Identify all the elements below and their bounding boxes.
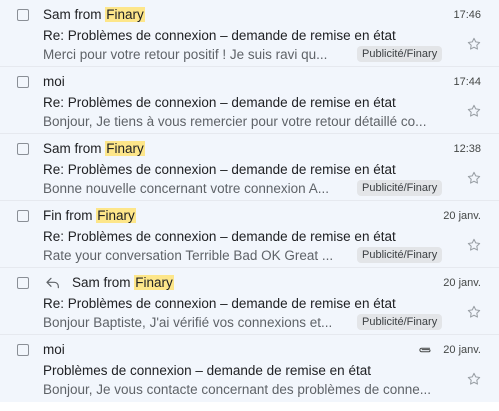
paperclip-icon [419, 347, 431, 353]
email-snippet: Merci pour votre retour positif ! Je sui… [43, 47, 328, 62]
email-time: 17:46 [453, 9, 481, 21]
label-badge[interactable]: Publicité/Finary [357, 247, 443, 263]
email-row[interactable]: Sam from Finary 17:46 Re: Problèmes de c… [0, 0, 499, 67]
star-icon[interactable] [466, 36, 482, 52]
sender-name: Fin from Finary [43, 208, 136, 223]
star-icon[interactable] [466, 103, 482, 119]
label-badge[interactable]: Publicité/Finary [357, 180, 443, 196]
email-time: 20 janv. [443, 344, 481, 356]
email-subject: Problèmes de connexion – demande de remi… [43, 363, 371, 378]
email-row[interactable]: moi 17:44 Re: Problèmes de connexion – d… [0, 67, 499, 134]
email-row[interactable]: Sam from Finary 12:38 Re: Problèmes de c… [0, 134, 499, 201]
sender-name: Sam from Finary [72, 275, 174, 290]
sender-highlight: Finary [105, 141, 145, 156]
star-icon[interactable] [466, 371, 482, 387]
sender-name: Sam from Finary [43, 141, 145, 156]
checkbox-icon[interactable] [17, 143, 29, 155]
email-snippet: Bonjour, Je vous contacte concernant des… [43, 382, 431, 397]
checkbox-icon[interactable] [17, 277, 29, 289]
email-snippet: Bonjour Baptiste, J'ai vérifié vos conne… [43, 315, 333, 330]
email-list: Sam from Finary 17:46 Re: Problèmes de c… [0, 0, 499, 402]
email-row[interactable]: Sam from Finary 20 janv. Re: Problèmes d… [0, 268, 499, 335]
sender-highlight: Finary [105, 7, 145, 22]
sender-highlight: Finary [96, 208, 136, 223]
email-time: 17:44 [453, 76, 481, 88]
email-row[interactable]: Fin from Finary 20 janv. Re: Problèmes d… [0, 201, 499, 268]
email-snippet: Rate your conversation Terrible Bad OK G… [43, 248, 334, 263]
sender-highlight: Finary [134, 275, 174, 290]
email-subject: Re: Problèmes de connexion – demande de … [43, 95, 396, 110]
email-row[interactable]: moi 20 janv. Problèmes de connexion – de… [0, 335, 499, 402]
label-badge[interactable]: Publicité/Finary [357, 314, 443, 330]
label-badge[interactable]: Publicité/Finary [357, 46, 443, 62]
email-snippet: Bonne nouvelle concernant votre connexio… [43, 181, 329, 196]
email-subject: Re: Problèmes de connexion – demande de … [43, 162, 396, 177]
checkbox-icon[interactable] [17, 344, 29, 356]
sender-name: moi [43, 342, 65, 357]
checkbox-icon[interactable] [17, 210, 29, 222]
email-snippet: Bonjour, Je tiens à vous remercier pour … [43, 114, 427, 129]
email-time: 12:38 [453, 143, 481, 155]
email-subject: Re: Problèmes de connexion – demande de … [43, 28, 396, 43]
star-icon[interactable] [466, 304, 482, 320]
email-time: 20 janv. [443, 210, 481, 222]
email-subject: Re: Problèmes de connexion – demande de … [43, 229, 396, 244]
email-time: 20 janv. [443, 277, 481, 289]
star-icon[interactable] [466, 170, 482, 186]
sender-name: moi [43, 74, 65, 89]
sender-name: Sam from Finary [43, 7, 145, 22]
email-subject: Re: Problèmes de connexion – demande de … [43, 296, 396, 311]
checkbox-icon[interactable] [17, 9, 29, 21]
star-icon[interactable] [466, 237, 482, 253]
checkbox-icon[interactable] [17, 76, 29, 88]
reply-icon [46, 277, 59, 289]
